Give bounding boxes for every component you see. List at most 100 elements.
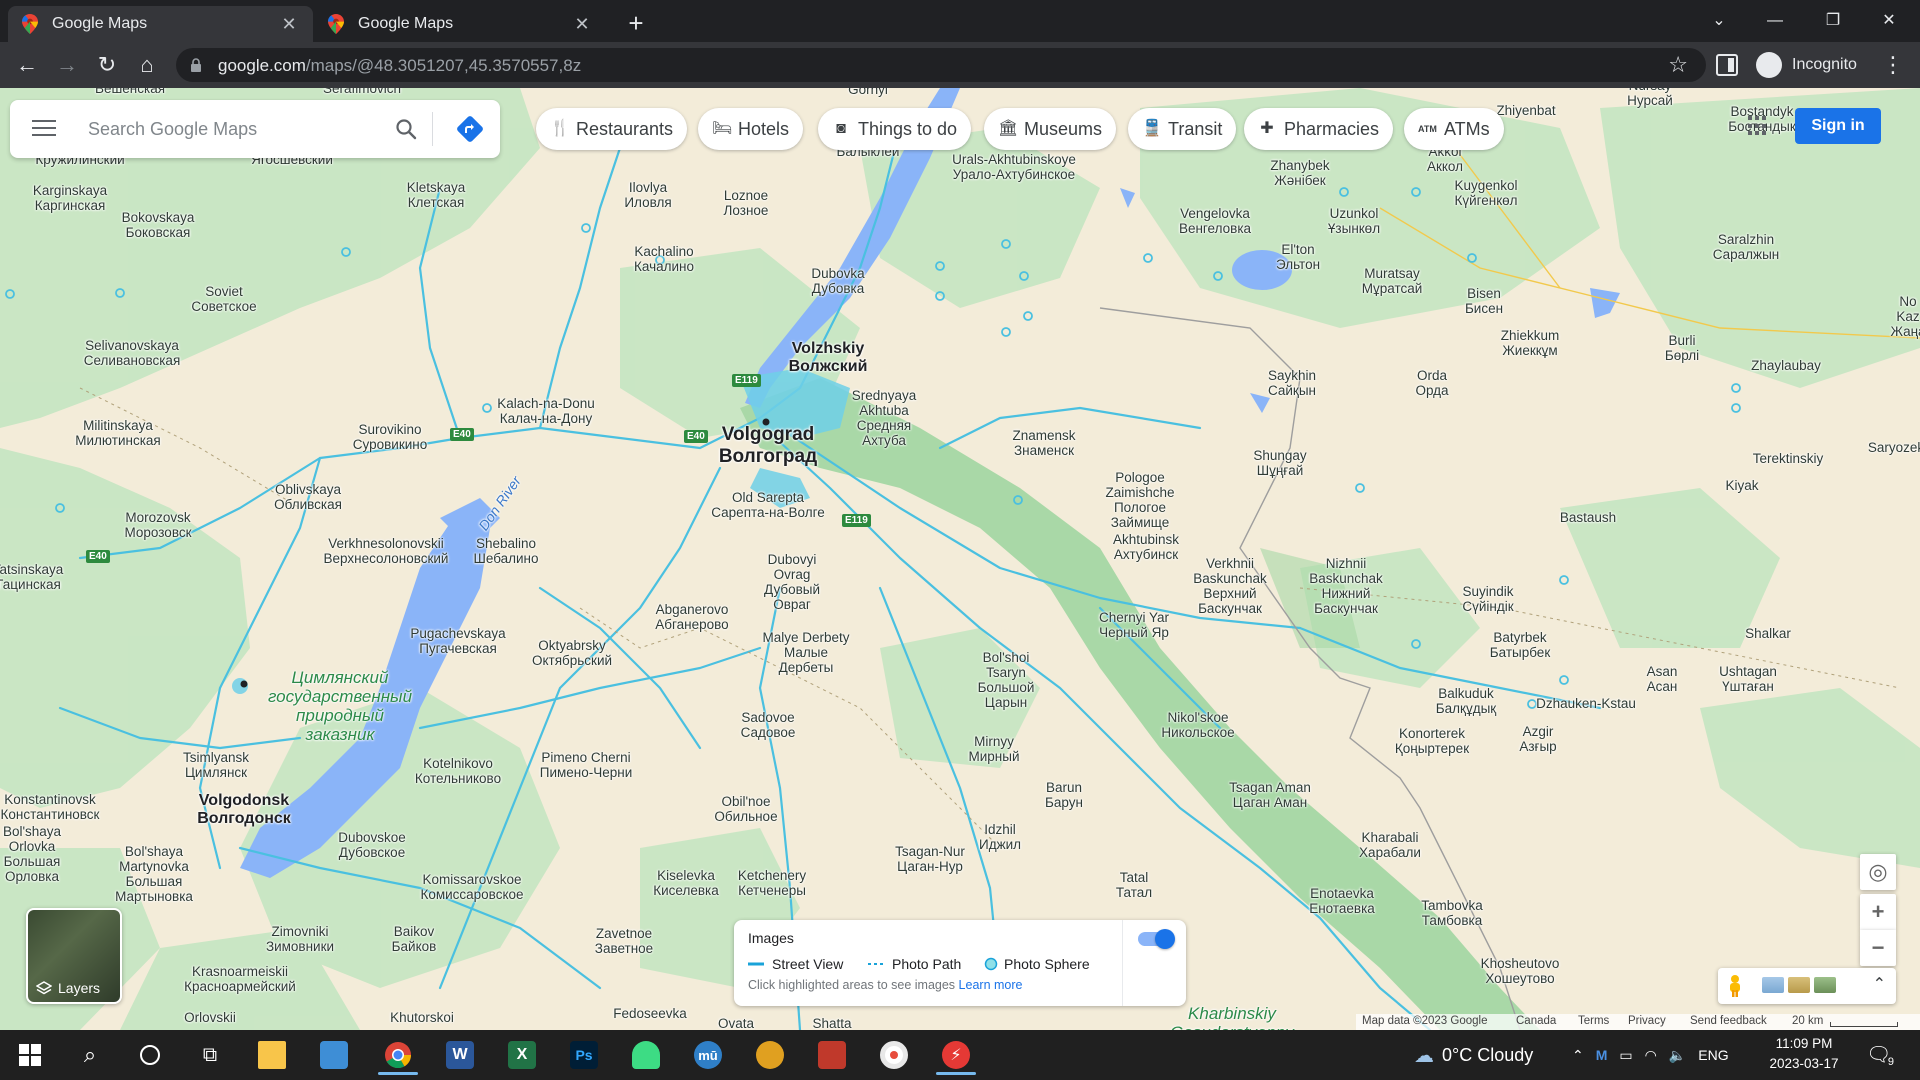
language-indicator[interactable]: ENG: [1698, 1047, 1728, 1063]
control-panel-icon[interactable]: [308, 1035, 360, 1075]
cloud-icon: ☁: [1414, 1044, 1434, 1067]
weather-widget[interactable]: ☁ 0°C Cloudy: [1414, 1042, 1533, 1068]
task-view-icon[interactable]: ⧉: [184, 1035, 236, 1075]
wifi-icon[interactable]: ◠: [1645, 1047, 1657, 1064]
google-apps-icon[interactable]: [1748, 116, 1768, 136]
start-button[interactable]: [4, 1035, 56, 1075]
place-label: Selivanovskaya Селивановская: [83, 338, 181, 368]
legend-label: Photo Path: [892, 956, 962, 972]
place-label: Akhtubinsk Ахтубинск: [1112, 532, 1180, 562]
home-icon[interactable]: ⌂: [132, 50, 162, 80]
chip-things-to-do[interactable]: ◙ Things to do: [818, 108, 972, 150]
chip-museums[interactable]: 🏛 Museums: [984, 108, 1117, 150]
battery-icon[interactable]: ▭: [1619, 1047, 1632, 1064]
back-arrow-icon[interactable]: ←: [12, 50, 42, 80]
browser-tab-google-maps[interactable]: Google Maps ✕: [8, 6, 313, 42]
restore-icon[interactable]: ❐: [1810, 6, 1856, 36]
place-label: Gornyi: [848, 88, 888, 97]
map-data-credit: Map data ©2023 Google: [1362, 1015, 1488, 1027]
address-bar[interactable]: google.com/maps/@48.3051207,45.3570557,8…: [176, 48, 1706, 82]
photoshop-icon[interactable]: Ps: [558, 1035, 610, 1075]
close-window-icon[interactable]: ✕: [1866, 6, 1912, 36]
close-tab-icon[interactable]: ✕: [572, 14, 592, 34]
chrome-icon[interactable]: [372, 1035, 424, 1075]
place-label: Ushtagan Үштаған: [1719, 664, 1777, 694]
send-feedback-link[interactable]: Send feedback: [1690, 1015, 1767, 1027]
layers-button[interactable]: Layers: [26, 908, 122, 1004]
place-label: Khosheutovo Хошеутово: [1480, 956, 1560, 986]
url-text: google.com/maps/@48.3051207,45.3570557,8…: [218, 56, 581, 76]
excel-icon[interactable]: X: [496, 1035, 548, 1075]
sign-in-button[interactable]: Sign in: [1795, 108, 1881, 144]
vpn-app-icon[interactable]: [744, 1035, 796, 1075]
place-label: Zhanybek Жәнібек: [1270, 158, 1330, 188]
city-label-volgograd: Volgograd Волгоград: [718, 424, 818, 467]
incognito-profile-button[interactable]: Incognito: [1756, 50, 1857, 80]
learn-more-link[interactable]: Learn more: [959, 978, 1023, 992]
imagery-thumbnail[interactable]: [1788, 977, 1810, 993]
hamburger-menu-icon[interactable]: [32, 120, 56, 138]
pegman-icon[interactable]: [1726, 974, 1744, 998]
browser-tab-google-maps-2[interactable]: Google Maps ✕: [314, 6, 606, 42]
google-maps-favicon-icon: [22, 14, 38, 34]
images-toggle[interactable]: [1138, 929, 1175, 949]
chip-hotels[interactable]: 🛏 Hotels: [698, 108, 804, 150]
imagery-thumbnail[interactable]: [1814, 977, 1836, 993]
flash-app-icon[interactable]: ⚡: [930, 1035, 982, 1075]
android-app-icon[interactable]: [620, 1035, 672, 1075]
place-label: Shalkar: [1745, 626, 1791, 641]
search-input[interactable]: [88, 114, 388, 144]
place-label: Ovata: [717, 1016, 755, 1030]
imagery-thumbnail[interactable]: [1762, 977, 1784, 993]
tab-search-chevron-icon[interactable]: ⌄: [1696, 6, 1742, 36]
place-label: Batyrbek Батырбек: [1489, 630, 1551, 660]
chip-pharmacies[interactable]: ✚ Pharmacies: [1244, 108, 1394, 150]
images-hint: Click highlighted areas to see images Le…: [748, 978, 1022, 992]
place-label: Ketchenery Кетченеры: [737, 868, 807, 898]
place-label: Ilovlya Иловля: [624, 180, 672, 210]
hint-text: Click highlighted areas to see images: [748, 978, 956, 992]
minimize-icon[interactable]: —: [1752, 6, 1798, 36]
expand-chevron-icon[interactable]: ⌃: [1873, 974, 1886, 994]
forward-arrow-icon[interactable]: →: [52, 50, 82, 80]
zoom-out-button[interactable]: −: [1860, 930, 1896, 966]
cortana-icon[interactable]: [124, 1035, 176, 1075]
new-tab-button[interactable]: +: [622, 10, 650, 38]
place-label: Nursay Нурсай: [1627, 88, 1673, 108]
chip-label: Hotels: [738, 118, 790, 139]
privacy-link[interactable]: Privacy: [1628, 1015, 1666, 1027]
tray-overflow-chevron-icon[interactable]: ⌃: [1572, 1047, 1584, 1064]
place-label: Kalach-na-Donu Калач-на-Дону: [497, 396, 595, 426]
directions-icon[interactable]: [456, 115, 484, 143]
country-link[interactable]: Canada: [1516, 1015, 1556, 1027]
legend-photo-sphere: Photo Sphere: [984, 956, 1090, 972]
side-panel-icon[interactable]: [1716, 54, 1738, 76]
word-icon[interactable]: W: [434, 1035, 486, 1075]
terms-link[interactable]: Terms: [1578, 1015, 1609, 1027]
clock[interactable]: 11:09 PM 2023-03-17: [1768, 1034, 1840, 1074]
chip-atms[interactable]: ATM ATMs: [1404, 108, 1504, 150]
place-label: Militinskaya Милютинская: [75, 418, 161, 448]
my-location-icon[interactable]: ◎: [1860, 854, 1896, 890]
chip-restaurants[interactable]: 🍴 Restaurants: [536, 108, 688, 150]
zoom-in-button[interactable]: +: [1860, 894, 1896, 930]
search-taskbar-icon[interactable]: ⌕: [64, 1035, 116, 1075]
media-app-icon[interactable]: [806, 1035, 858, 1075]
mu-app-icon[interactable]: mū: [682, 1035, 734, 1075]
file-explorer-icon[interactable]: [246, 1035, 298, 1075]
malwarebytes-icon[interactable]: M: [1596, 1047, 1608, 1063]
place-label: Verkhnii Baskunchak Верхний Баскунчак: [1193, 556, 1267, 616]
reload-icon[interactable]: ↻: [92, 50, 122, 80]
map-canvas[interactable]: Вешенская Serafimovich Gornyi Nursay Нур…: [0, 88, 1920, 1030]
browser-menu-icon[interactable]: ⋮: [1882, 50, 1904, 80]
place-label: Вешенская: [94, 88, 166, 96]
notification-center-icon[interactable]: 🗨 9: [1866, 1042, 1894, 1068]
scale-label[interactable]: 20 km: [1792, 1015, 1823, 1027]
bookmark-star-icon[interactable]: ☆: [1668, 52, 1688, 78]
chip-transit[interactable]: 🚆 Transit: [1128, 108, 1237, 150]
search-icon[interactable]: [394, 117, 418, 141]
record-app-icon[interactable]: [868, 1035, 920, 1075]
volume-icon[interactable]: 🔈: [1669, 1047, 1686, 1064]
close-tab-icon[interactable]: ✕: [279, 14, 299, 34]
place-label: Oktyabrsky Октябрьский: [531, 638, 613, 668]
